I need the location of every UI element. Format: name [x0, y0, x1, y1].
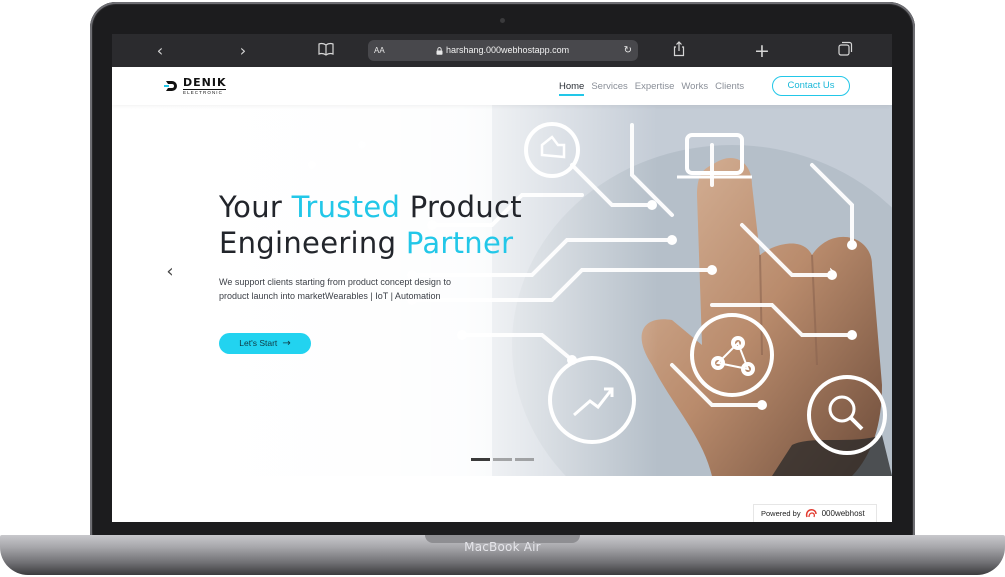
logo-subtitle: ELECTRONIC	[183, 89, 227, 96]
carousel-next-icon[interactable]: ›	[824, 261, 840, 283]
logo-name: DENIK	[183, 76, 227, 89]
nav-links: Home Services Expertise Works Clients	[559, 81, 744, 96]
carousel-dot[interactable]	[493, 458, 512, 461]
hero-title-text: Your	[219, 190, 292, 224]
hero-section: Your Trusted Product Engineering Partner…	[112, 105, 892, 476]
webhost-name: 000webhost	[821, 509, 865, 518]
share-icon[interactable]	[669, 41, 689, 61]
brand-logo[interactable]: DENIK ELECTRONIC	[164, 76, 227, 96]
plus-icon[interactable]: +	[752, 41, 772, 61]
contact-us-button[interactable]: Contact Us	[772, 76, 850, 96]
carousel-dot[interactable]	[471, 458, 490, 461]
nav-services[interactable]: Services	[591, 81, 627, 96]
powered-by-label: Powered by	[761, 509, 801, 518]
webhost-logo-icon	[805, 509, 817, 518]
carousel-dot[interactable]	[515, 458, 534, 461]
nav-works[interactable]: Works	[681, 81, 708, 96]
tabs-icon[interactable]	[835, 41, 855, 61]
screen: ‹ › AA harshang.000webhostapp.com ↻ + DE…	[112, 34, 892, 522]
text-size-button[interactable]: AA	[374, 40, 385, 61]
carousel-prev-icon[interactable]: ‹	[162, 261, 178, 283]
powered-by-badge[interactable]: Powered by 000webhost	[753, 504, 877, 522]
url-text: harshang.000webhostapp.com	[446, 45, 570, 55]
lets-start-label: Let's Start	[239, 338, 278, 348]
hero-title: Your Trusted Product Engineering Partner	[219, 189, 522, 261]
book-icon[interactable]	[316, 41, 336, 61]
logo-mark-icon	[164, 81, 177, 92]
hero-title-text: Product	[400, 190, 522, 224]
carousel-indicators	[471, 458, 534, 461]
hero-title-accent: Partner	[405, 226, 514, 260]
nav-home[interactable]: Home	[559, 81, 585, 96]
chevron-left-icon[interactable]: ‹	[150, 41, 170, 61]
address-bar[interactable]: AA harshang.000webhostapp.com ↻	[368, 40, 638, 61]
site-navbar: DENIK ELECTRONIC Home Services Expertise…	[112, 67, 892, 105]
nav-clients[interactable]: Clients	[715, 81, 744, 96]
lets-start-button[interactable]: Let's Start →	[219, 333, 311, 354]
lock-icon	[436, 46, 443, 55]
hero-title-text: Engineering	[219, 226, 406, 260]
chevron-right-icon[interactable]: ›	[233, 41, 253, 61]
reload-icon[interactable]: ↻	[624, 40, 632, 61]
model-label: MacBook Air	[464, 540, 541, 554]
nav-expertise[interactable]: Expertise	[635, 81, 675, 96]
hero-title-accent: Trusted	[291, 190, 401, 224]
browser-toolbar: ‹ › AA harshang.000webhostapp.com ↻ +	[112, 34, 892, 67]
camera-icon	[500, 18, 505, 23]
arrow-right-icon: →	[282, 338, 291, 349]
hero-description: We support clients starting from product…	[219, 277, 451, 301]
